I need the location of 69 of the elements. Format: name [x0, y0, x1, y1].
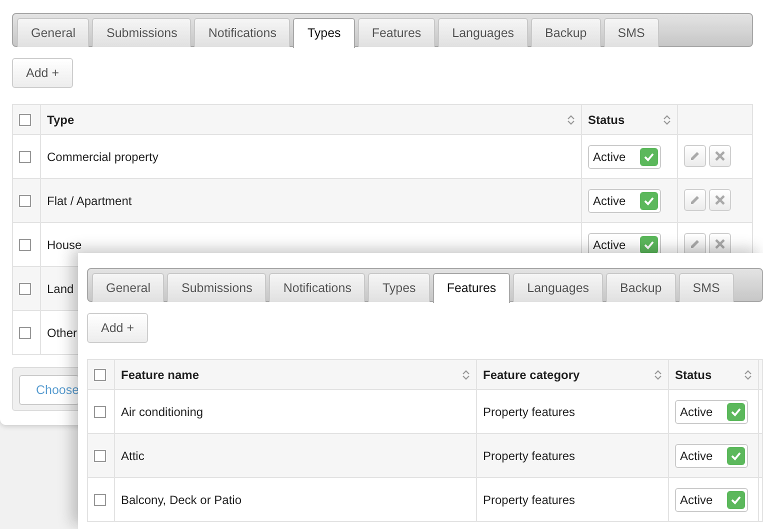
select-all-checkbox[interactable] [19, 114, 31, 126]
sort-icon [654, 368, 662, 380]
tab[interactable]: General [17, 18, 90, 47]
table-cell: Air conditioning [121, 404, 204, 418]
delete-button[interactable] [709, 145, 731, 167]
close-icon [713, 193, 727, 207]
close-icon [713, 149, 727, 163]
row-checkbox[interactable] [19, 151, 31, 164]
tab[interactable]: Backup [606, 273, 676, 302]
table-cell: Flat / Apartment [47, 194, 132, 208]
row-checkbox[interactable] [19, 195, 31, 208]
row-checkbox[interactable] [19, 283, 31, 296]
close-icon [713, 237, 727, 251]
pencil-icon [688, 193, 702, 207]
tab[interactable]: Languages [438, 18, 528, 47]
status-toggle[interactable]: Active [675, 400, 748, 424]
table-cell: Land [47, 282, 74, 296]
row-checkbox[interactable] [19, 239, 31, 252]
tab[interactable]: SMS [678, 273, 734, 302]
tab[interactable]: Features [432, 273, 510, 303]
pencil-icon [688, 149, 702, 163]
add-button[interactable]: Add + [87, 313, 148, 343]
status-toggle[interactable]: Active [675, 488, 748, 512]
table-cell: Commercial property [47, 150, 158, 164]
select-all-checkbox[interactable] [94, 369, 106, 382]
status-toggle[interactable]: Active [588, 188, 661, 212]
sort-icon [663, 114, 671, 126]
status-toggle[interactable]: Active [675, 444, 748, 468]
tick-drawing [643, 150, 655, 162]
column-header[interactable]: Type [47, 110, 74, 128]
add-button[interactable]: Add + [12, 58, 74, 88]
tick-drawing [643, 194, 655, 206]
tick-drawing [730, 450, 742, 462]
tab[interactable]: General [92, 273, 164, 302]
column-header[interactable]: Feature name [121, 366, 200, 384]
tab[interactable]: Backup [531, 18, 601, 47]
row-checkbox[interactable] [94, 450, 106, 462]
table-cell: Property features [483, 448, 576, 462]
tick-drawing [730, 406, 742, 418]
sort-icon [744, 368, 752, 380]
delete-button[interactable] [709, 233, 731, 255]
tick-drawing [643, 238, 655, 250]
table-cell: House [47, 238, 82, 252]
status-toggle[interactable]: Active [588, 144, 661, 168]
table-cell: Property features [483, 404, 576, 418]
tab[interactable]: Types [368, 273, 430, 302]
tab[interactable]: Submissions [92, 18, 192, 47]
tab[interactable]: Submissions [167, 273, 266, 302]
row-checkbox[interactable] [94, 406, 106, 418]
tab[interactable]: Features [358, 18, 436, 47]
table-cell: Property features [483, 492, 576, 506]
edit-button[interactable] [684, 145, 706, 167]
edit-button[interactable] [684, 189, 706, 211]
tab[interactable]: Types [293, 18, 355, 48]
row-checkbox[interactable] [94, 494, 106, 506]
tick-drawing [730, 494, 742, 506]
edit-button[interactable] [684, 233, 706, 255]
sort-icon [462, 368, 470, 380]
tab[interactable]: Notifications [269, 273, 366, 302]
sort-icon [567, 114, 575, 126]
pencil-icon [688, 237, 702, 251]
tab[interactable]: Notifications [194, 18, 290, 47]
tab[interactable]: SMS [604, 18, 659, 47]
delete-button[interactable] [709, 189, 731, 211]
table-cell: Balcony, Deck or Patio [121, 492, 242, 506]
table-cell: Attic [121, 448, 144, 462]
tab[interactable]: Languages [513, 273, 604, 302]
table-cell: Other [47, 326, 78, 340]
row-checkbox[interactable] [19, 327, 31, 340]
